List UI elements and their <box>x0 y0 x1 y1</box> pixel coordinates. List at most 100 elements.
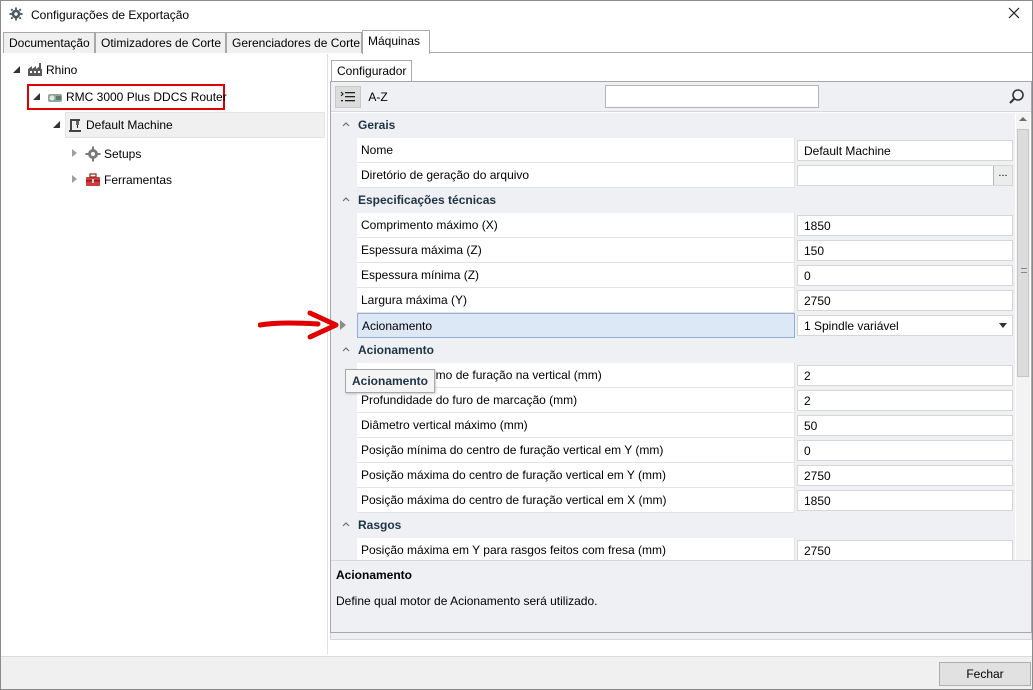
property-name: Largura máxima (Y) <box>357 288 795 313</box>
gear-icon <box>85 146 101 162</box>
diretorio-field[interactable]: ... <box>797 165 1013 186</box>
tree-label-setups: Setups <box>104 147 142 161</box>
tab-label: Gerenciadores de Corte <box>232 36 361 50</box>
fechar-button[interactable]: Fechar <box>939 662 1031 686</box>
posicao-maxima-y-field[interactable]: 2750 <box>797 465 1013 486</box>
property-name: Comprimento máximo (X) <box>357 213 795 238</box>
largura-maxima-field[interactable]: 2750 <box>797 290 1013 311</box>
property-name: Posição mínima do centro de furação vert… <box>357 438 795 463</box>
property-name: Acionamento <box>357 313 795 338</box>
property-name: Nome <box>357 138 795 163</box>
tab-maquinas[interactable]: Máquinas <box>362 30 430 54</box>
property-name: Posição máxima do centro de furação vert… <box>357 463 795 488</box>
rasgos-posicao-maxima-y-field[interactable]: 2750 <box>797 540 1013 561</box>
acionamento-dropdown[interactable]: 1 Spindle variável <box>797 315 1013 336</box>
property-name: Diretório de geração do arquivo <box>357 163 795 188</box>
tree-item-rhino[interactable]: Rhino <box>11 59 77 81</box>
collapse-icon[interactable] <box>341 344 351 354</box>
property-grid: Gerais Nome Default Machine Diretório de… <box>331 113 1015 568</box>
category-acionamento[interactable]: Acionamento <box>331 338 1015 363</box>
alphabetical-view-button[interactable]: A-Z <box>365 86 391 108</box>
tree-label-ferramentas: Ferramentas <box>104 173 173 187</box>
property-row-diretorio[interactable]: Diretório de geração do arquivo ... <box>331 163 1015 188</box>
property-row-posicao-maxima-y[interactable]: Posição máxima do centro de furação vert… <box>331 463 1015 488</box>
posicao-maxima-x-field[interactable]: 1850 <box>797 490 1013 511</box>
espessura-maxima-field[interactable]: 150 <box>797 240 1013 261</box>
property-name: Diâmetro vertical máximo (mm) <box>357 413 795 438</box>
description-splitter[interactable] <box>330 633 1032 640</box>
property-search-input[interactable] <box>605 85 819 108</box>
expand-icon[interactable] <box>69 148 81 160</box>
tab-label: Documentação <box>9 36 90 50</box>
posicao-minima-y-field[interactable]: 0 <box>797 440 1013 461</box>
acionamento-selected-value: 1 Spindle variável <box>804 319 899 333</box>
machine-icon <box>69 119 81 132</box>
scroll-thumb[interactable] <box>1017 129 1029 377</box>
category-gerais[interactable]: Gerais <box>331 113 1015 138</box>
diametro-minimo-field[interactable]: 2 <box>797 365 1013 386</box>
tab-gerenciadores-de-corte[interactable]: Gerenciadores de Corte <box>226 32 362 53</box>
pane-splitter[interactable] <box>327 54 328 654</box>
window-title: Configurações de Exportação <box>31 8 190 22</box>
vertical-scrollbar[interactable] <box>1016 113 1030 568</box>
tab-otimizadores-de-corte[interactable]: Otimizadores de Corte <box>95 32 226 53</box>
close-icon[interactable] <box>1006 5 1022 21</box>
property-row-largura-maxima[interactable]: Largura máxima (Y) 2750 <box>331 288 1015 313</box>
browse-button[interactable]: ... <box>993 166 1012 185</box>
tree-label-default-machine: Default Machine <box>86 118 173 132</box>
machine-tree: Rhino RMC 3000 Plus DDCS Router Default … <box>3 54 327 654</box>
diametro-vertical-maximo-field[interactable]: 50 <box>797 415 1013 436</box>
tree-item-default-machine[interactable]: Default Machine <box>51 114 173 136</box>
property-row-posicao-minima-y[interactable]: Posição mínima do centro de furação vert… <box>331 438 1015 463</box>
dropdown-arrow-icon[interactable] <box>999 323 1007 328</box>
categorized-view-button[interactable] <box>335 86 361 108</box>
property-name: Espessura mínima (Z) <box>357 263 795 288</box>
expand-icon[interactable] <box>11 64 23 76</box>
tree-label-rhino: Rhino <box>46 63 78 77</box>
nome-field[interactable]: Default Machine <box>797 140 1013 161</box>
export-settings-window: Configurações de Exportação Documentação… <box>0 0 1033 690</box>
red-arrow-icon <box>258 310 339 340</box>
collapse-icon[interactable] <box>341 519 351 529</box>
expand-icon[interactable] <box>69 174 81 186</box>
collapse-icon[interactable] <box>341 194 351 204</box>
scroll-up-icon[interactable] <box>1019 117 1027 121</box>
category-label: Especificações técnicas <box>358 193 497 207</box>
tree-item-rmc-3000[interactable]: RMC 3000 Plus DDCS Router <box>31 86 227 108</box>
category-especificacoes-tecnicas[interactable]: Especificações técnicas <box>331 188 1015 213</box>
title-bar: Configurações de Exportação <box>1 1 1032 29</box>
profundidade-furo-field[interactable]: 2 <box>797 390 1013 411</box>
description-panel: Acionamento Define qual motor de Acionam… <box>331 560 1031 632</box>
property-row-diametro-vertical-maximo[interactable]: Diâmetro vertical máximo (mm) 50 <box>331 413 1015 438</box>
toolbox-icon <box>86 173 100 186</box>
property-row-comprimento-maximo[interactable]: Comprimento máximo (X) 1850 <box>331 213 1015 238</box>
property-name: Espessura máxima (Z) <box>357 238 795 263</box>
expand-icon[interactable] <box>51 119 63 131</box>
categorized-list-icon <box>340 91 355 102</box>
espessura-minima-field[interactable]: 0 <box>797 265 1013 286</box>
expand-icon[interactable] <box>31 91 43 103</box>
property-row-acionamento[interactable]: Acionamento 1 Spindle variável <box>331 313 1015 338</box>
property-row-posicao-maxima-x[interactable]: Posição máxima do centro de furação vert… <box>331 488 1015 513</box>
property-row-espessura-maxima[interactable]: Espessura máxima (Z) 150 <box>331 238 1015 263</box>
comprimento-maximo-field[interactable]: 1850 <box>797 215 1013 236</box>
category-label: Rasgos <box>358 518 402 532</box>
tab-label: Configurador <box>337 64 407 78</box>
tab-documentacao[interactable]: Documentação <box>3 32 95 53</box>
tab-configurador[interactable]: Configurador <box>331 60 413 81</box>
property-row-espessura-minima[interactable]: Espessura mínima (Z) 0 <box>331 263 1015 288</box>
cnc-router-icon <box>48 94 62 102</box>
property-row-nome[interactable]: Nome Default Machine <box>331 138 1015 163</box>
collapse-icon[interactable] <box>341 119 351 129</box>
description-title: Acionamento <box>336 568 413 582</box>
tab-label: Otimizadores de Corte <box>101 36 222 50</box>
tree-item-ferramentas[interactable]: Ferramentas <box>69 169 172 191</box>
tree-item-setups[interactable]: Setups <box>69 143 141 165</box>
main-tabs: Documentação Otimizadores de Corte Geren… <box>3 30 1032 54</box>
dialog-footer: Fechar <box>1 656 1032 689</box>
category-label: Acionamento <box>358 343 435 357</box>
tree-label-machine: RMC 3000 Plus DDCS Router <box>66 90 227 104</box>
property-name: Posição máxima do centro de furação vert… <box>357 488 795 513</box>
category-rasgos[interactable]: Rasgos <box>331 513 1015 538</box>
search-icon[interactable] <box>1007 87 1027 107</box>
